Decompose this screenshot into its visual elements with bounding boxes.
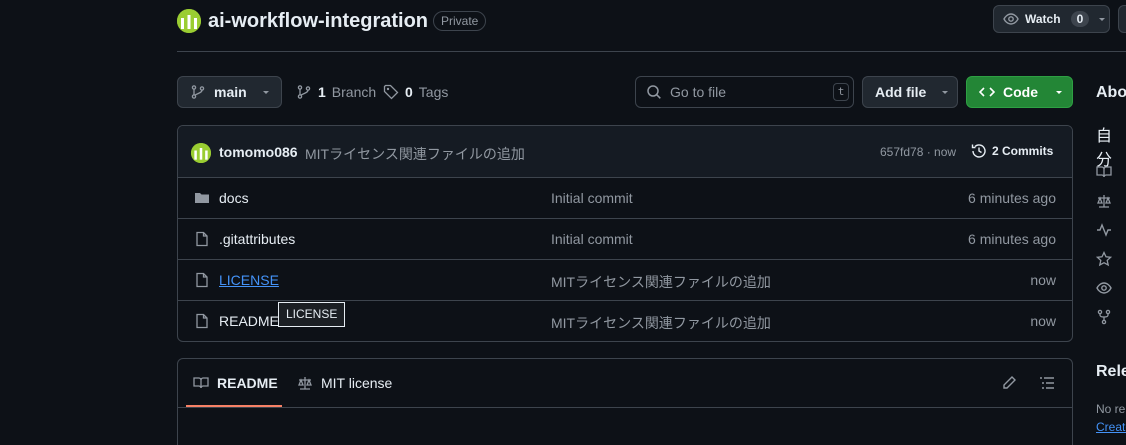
tag-count: 0 bbox=[405, 84, 413, 100]
scale-icon bbox=[297, 375, 313, 391]
tab-readme[interactable]: README bbox=[193, 375, 278, 391]
go-to-file-input[interactable]: Go to file t bbox=[635, 76, 854, 108]
add-file-label: Add file bbox=[875, 84, 927, 100]
history-icon bbox=[971, 143, 987, 159]
file-time: now bbox=[1030, 272, 1056, 288]
releases-heading[interactable]: Rele bbox=[1096, 363, 1126, 381]
latest-commit-row: tomomo086 MITライセンス関連ファイルの追加 657fd78 · no… bbox=[178, 126, 1072, 178]
watch-button[interactable]: Watch 0 bbox=[993, 5, 1110, 33]
branches-link[interactable]: 1 Branch bbox=[296, 84, 376, 100]
repo-name[interactable]: ai-workflow-integration bbox=[208, 9, 428, 33]
file-icon bbox=[194, 231, 210, 247]
file-commit-message[interactable]: MITライセンス関連ファイルの追加 bbox=[551, 313, 771, 333]
eye-icon bbox=[1096, 280, 1112, 296]
outline-list-icon[interactable] bbox=[1039, 375, 1055, 391]
file-row[interactable]: LICENSE MITライセンス関連ファイルの追加 now bbox=[178, 260, 1072, 301]
author-avatar[interactable] bbox=[191, 143, 211, 163]
code-label: Code bbox=[1003, 84, 1038, 100]
no-releases-text: No re bbox=[1096, 402, 1126, 416]
chevron-down-icon bbox=[261, 87, 271, 97]
file-row[interactable]: docs Initial commit 6 minutes ago bbox=[178, 178, 1072, 219]
branch-label: Branch bbox=[331, 84, 377, 100]
tab-readme-label: README bbox=[217, 375, 278, 391]
fork-button[interactable] bbox=[1118, 5, 1126, 33]
about-description: 自分 bbox=[1096, 128, 1113, 169]
commits-count: 2 Commits bbox=[992, 144, 1054, 158]
watch-label: Watch bbox=[1025, 12, 1061, 26]
commit-author[interactable]: tomomo086 bbox=[219, 144, 298, 160]
tooltip: LICENSE bbox=[278, 302, 346, 327]
file-name[interactable]: LICENSE bbox=[219, 272, 279, 288]
fork-icon bbox=[1096, 309, 1112, 325]
file-name[interactable]: docs bbox=[219, 190, 249, 206]
file-icon bbox=[194, 272, 210, 288]
file-commit-message[interactable]: Initial commit bbox=[551, 231, 633, 247]
branch-icon bbox=[296, 84, 312, 100]
file-icon bbox=[194, 313, 210, 329]
eye-icon bbox=[1003, 11, 1019, 27]
file-time: 6 minutes ago bbox=[968, 231, 1056, 247]
chevron-down-icon bbox=[1054, 87, 1064, 97]
tag-label: Tags bbox=[418, 84, 449, 100]
tab-license-label: MIT license bbox=[321, 375, 393, 391]
branch-icon bbox=[190, 84, 206, 100]
create-release-link[interactable]: Create bbox=[1096, 420, 1126, 434]
file-row[interactable]: .gitattributes Initial commit 6 minutes … bbox=[178, 219, 1072, 260]
file-name[interactable]: .gitattributes bbox=[219, 231, 295, 247]
search-icon bbox=[646, 84, 662, 100]
repo-owner-avatar[interactable] bbox=[177, 9, 201, 33]
file-time: now bbox=[1030, 313, 1056, 329]
book-icon bbox=[193, 375, 209, 391]
tag-icon bbox=[383, 84, 399, 100]
pulse-icon bbox=[1096, 222, 1112, 238]
commits-link[interactable]: 2 Commits bbox=[971, 143, 1053, 159]
branch-select-button[interactable]: main bbox=[177, 76, 282, 108]
branch-name: main bbox=[214, 84, 247, 100]
go-to-file-placeholder: Go to file bbox=[670, 84, 727, 100]
branch-count: 1 bbox=[318, 84, 326, 100]
add-file-button[interactable]: Add file bbox=[862, 76, 958, 108]
chevron-down-icon bbox=[940, 87, 950, 97]
book-icon bbox=[1096, 164, 1112, 180]
tab-license[interactable]: MIT license bbox=[297, 375, 392, 391]
file-time: 6 minutes ago bbox=[968, 190, 1056, 206]
header-divider bbox=[177, 51, 1126, 52]
folder-icon bbox=[194, 190, 210, 206]
commit-message[interactable]: MITライセンス関連ファイルの追加 bbox=[305, 144, 525, 164]
readme-divider bbox=[178, 407, 1072, 408]
commit-sha[interactable]: 657fd78 · now bbox=[880, 145, 956, 159]
visibility-badge: Private bbox=[433, 11, 487, 31]
file-commit-message[interactable]: MITライセンス関連ファイルの追加 bbox=[551, 272, 771, 292]
about-heading: Abo bbox=[1096, 84, 1126, 101]
code-button[interactable]: Code bbox=[966, 76, 1073, 108]
star-icon bbox=[1096, 251, 1112, 267]
readme-panel: README MIT license bbox=[177, 358, 1073, 445]
pencil-icon[interactable] bbox=[1001, 375, 1017, 391]
chevron-down-icon bbox=[1097, 14, 1107, 24]
file-commit-message[interactable]: Initial commit bbox=[551, 190, 633, 206]
shortcut-key: t bbox=[833, 83, 849, 101]
tags-link[interactable]: 0 Tags bbox=[383, 84, 448, 100]
scale-icon bbox=[1096, 193, 1112, 209]
watch-count: 0 bbox=[1070, 11, 1090, 27]
code-icon bbox=[979, 84, 995, 100]
